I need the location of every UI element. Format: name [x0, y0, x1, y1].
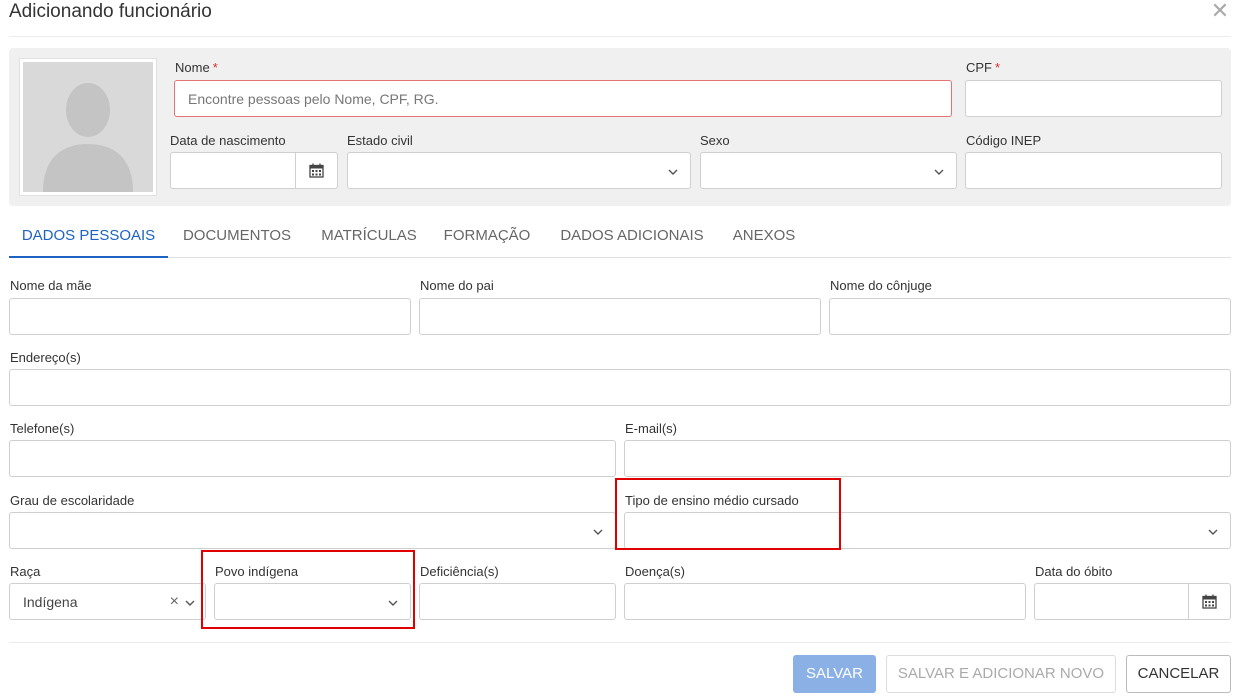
cancel-button[interactable]: CANCELAR: [1126, 655, 1231, 693]
tab-matriculas[interactable]: MATRÍCULAS: [313, 216, 425, 258]
tab-bar: DADOS PESSOAIS DOCUMENTOS MATRÍCULAS FOR…: [9, 216, 1231, 258]
required-marker: *: [212, 60, 218, 75]
deficiencias-input[interactable]: [419, 583, 616, 620]
nome-label: Nome *: [175, 60, 218, 75]
enderecos-input[interactable]: [9, 369, 1231, 406]
avatar[interactable]: [19, 58, 157, 196]
emails-label: E-mail(s): [625, 421, 677, 436]
data-nascimento-label: Data de nascimento: [170, 133, 286, 148]
tab-anexos[interactable]: ANEXOS: [724, 216, 804, 258]
tipo-ensino-medio-select[interactable]: [624, 512, 1231, 549]
data-obito-input[interactable]: [1034, 583, 1231, 620]
data-nascimento-input[interactable]: [170, 152, 338, 189]
chevron-down-icon: [934, 169, 944, 175]
doencas-input[interactable]: [624, 583, 1026, 620]
cpf-label: CPF *: [966, 60, 1001, 75]
tipo-ensino-medio-label: Tipo de ensino médio cursado: [625, 493, 799, 508]
raca-label: Raça: [10, 564, 41, 579]
povo-indigena-label: Povo indígena: [215, 564, 299, 579]
raca-value: Indígena: [23, 594, 78, 610]
chevron-down-icon: [185, 600, 195, 606]
telefones-label: Telefone(s): [10, 421, 75, 436]
calendar-icon[interactable]: [309, 163, 324, 178]
footer-divider: [9, 642, 1231, 643]
save-button[interactable]: SALVAR: [793, 655, 876, 693]
povo-indigena-select[interactable]: [214, 583, 411, 620]
doencas-label: Doença(s): [625, 564, 685, 579]
sexo-label: Sexo: [700, 133, 730, 148]
cpf-input[interactable]: [965, 80, 1222, 117]
required-marker: *: [995, 60, 1001, 75]
enderecos-label: Endereço(s): [10, 350, 81, 365]
clear-icon[interactable]: ×: [170, 593, 179, 611]
save-and-add-new-button[interactable]: SALVAR E ADICIONAR NOVO: [886, 655, 1116, 693]
nome-conjuge-label: Nome do cônjuge: [830, 278, 932, 293]
chevron-down-icon: [388, 600, 398, 606]
calendar-separator: [295, 153, 296, 188]
sexo-select[interactable]: [700, 152, 957, 189]
chevron-down-icon: [1208, 529, 1218, 535]
tab-dados-adicionais[interactable]: DADOS ADICIONAIS: [550, 216, 714, 258]
grau-escolaridade-select[interactable]: [9, 512, 616, 549]
emails-input[interactable]: [624, 440, 1231, 477]
tab-documentos[interactable]: DOCUMENTOS: [173, 216, 301, 258]
codigo-inep-input[interactable]: [965, 152, 1222, 189]
nome-pai-input[interactable]: [419, 298, 821, 335]
close-icon[interactable]: ✕: [1210, 0, 1230, 22]
estado-civil-select[interactable]: [347, 152, 691, 189]
dialog-title: Adicionando funcionário: [9, 1, 212, 22]
estado-civil-label: Estado civil: [347, 133, 413, 148]
data-obito-label: Data do óbito: [1035, 564, 1113, 579]
calendar-icon[interactable]: [1202, 594, 1217, 609]
nome-placeholder: Encontre pessoas pelo Nome, CPF, RG.: [188, 91, 439, 107]
nome-conjuge-input[interactable]: [829, 298, 1231, 335]
chevron-down-icon: [668, 169, 678, 175]
tab-dados-pessoais[interactable]: DADOS PESSOAIS: [9, 216, 168, 258]
nome-pai-label: Nome do pai: [420, 278, 494, 293]
nome-mae-input[interactable]: [9, 298, 411, 335]
deficiencias-label: Deficiência(s): [420, 564, 499, 579]
nome-mae-label: Nome da mãe: [10, 278, 92, 293]
avatar-placeholder-icon: [23, 62, 153, 192]
header-divider: [9, 36, 1231, 37]
grau-escolaridade-label: Grau de escolaridade: [10, 493, 135, 508]
codigo-inep-label: Código INEP: [966, 133, 1042, 148]
nome-search-input[interactable]: Encontre pessoas pelo Nome, CPF, RG.: [174, 80, 952, 117]
telefones-input[interactable]: [9, 440, 616, 477]
raca-select[interactable]: Indígena ×: [9, 583, 206, 620]
calendar-separator: [1188, 584, 1189, 619]
tab-formacao[interactable]: FORMAÇÃO: [436, 216, 538, 258]
chevron-down-icon: [593, 529, 603, 535]
